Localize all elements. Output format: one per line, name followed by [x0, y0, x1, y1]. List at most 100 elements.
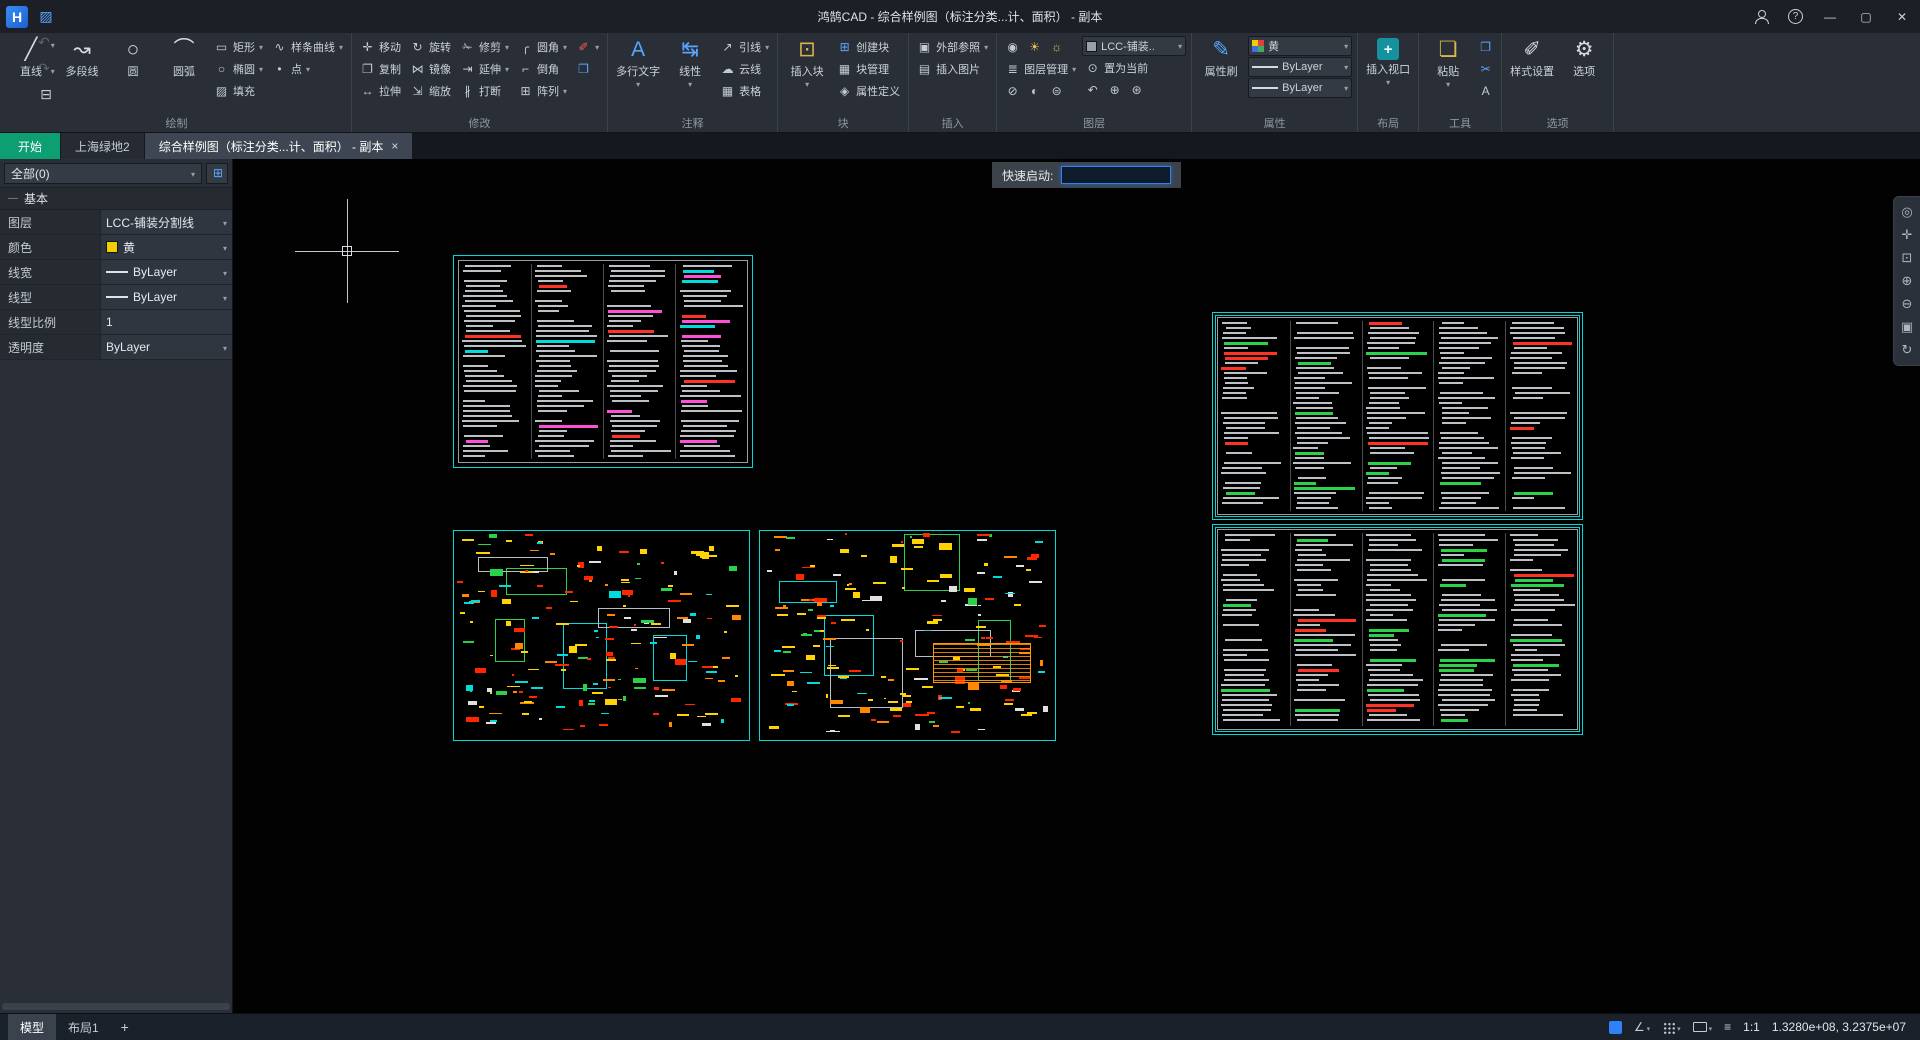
- array-tool[interactable]: ⊞阵列: [515, 80, 570, 101]
- clipboard-copy-icon[interactable]: ❐: [1475, 36, 1496, 57]
- close-button[interactable]: ✕: [1884, 0, 1920, 33]
- copy-tool[interactable]: ❐复制: [357, 58, 404, 79]
- panel-scrollbar[interactable]: [2, 1003, 230, 1010]
- orbit-icon[interactable]: ↻: [1897, 340, 1918, 360]
- layer-select[interactable]: LCC-铺装..: [1082, 36, 1186, 56]
- drawing-sheet-table-bottom-right[interactable]: [1212, 524, 1583, 735]
- color-select[interactable]: 黄: [1248, 36, 1352, 56]
- zoom-extents-icon[interactable]: ⊡: [1897, 248, 1918, 268]
- revcloud-tool[interactable]: ☁云线: [717, 58, 772, 79]
- linetype-select[interactable]: ByLayer: [1248, 78, 1352, 98]
- insert-viewport-tool[interactable]: +插入视口: [1363, 36, 1413, 86]
- redline-marker-icon[interactable]: ✐: [573, 36, 602, 57]
- point-tool[interactable]: •点: [269, 58, 346, 79]
- ellipse-tool[interactable]: ○椭圆: [211, 58, 266, 79]
- mtext-tool[interactable]: A多行文字: [613, 36, 663, 88]
- trim-tool[interactable]: ✁修剪: [457, 36, 512, 57]
- clipboard-cut-icon[interactable]: ✂: [1475, 58, 1496, 79]
- leader-tool[interactable]: ↗引线: [717, 36, 772, 57]
- selection-filter-dropdown[interactable]: 全部(0): [4, 163, 202, 184]
- property-value[interactable]: ByLayer: [100, 285, 232, 309]
- layer-new-icon[interactable]: ⊕: [1104, 79, 1125, 100]
- mirror-tool[interactable]: ⋈镜像: [407, 58, 454, 79]
- move-tool[interactable]: ✛移动: [357, 36, 404, 57]
- doc-tab-start[interactable]: 开始: [0, 133, 60, 159]
- grid-toggle-icon[interactable]: [1662, 1020, 1681, 1034]
- set-current-layer-tool[interactable]: ⊙置为当前: [1082, 57, 1186, 78]
- insert-image-tool[interactable]: ▤插入图片: [914, 58, 991, 79]
- undo-icon[interactable]: ↶: [34, 30, 59, 56]
- layer-match-icon[interactable]: ⊛: [1126, 79, 1147, 100]
- display-toggle-icon[interactable]: [1693, 1020, 1713, 1034]
- drawing-sheet-spec-table[interactable]: [453, 255, 753, 468]
- paste-tool[interactable]: ❏粘贴: [1424, 36, 1472, 88]
- doc-tab-active[interactable]: 综合样例图（标注分类...计、面积） - 副本×: [145, 133, 413, 159]
- user-icon[interactable]: [1754, 10, 1770, 24]
- property-value[interactable]: ByLayer: [100, 335, 232, 359]
- options-tool[interactable]: ⚙选项: [1560, 36, 1608, 79]
- save-as-icon[interactable]: ▨: [34, 4, 58, 30]
- minimize-button[interactable]: —: [1812, 0, 1848, 33]
- property-value[interactable]: 黄: [100, 235, 232, 259]
- snap-toggle-icon[interactable]: [1609, 1021, 1622, 1034]
- format-match-icon[interactable]: A: [1475, 80, 1496, 101]
- print-icon[interactable]: ⊟: [34, 82, 58, 108]
- layer-merge-icon[interactable]: ⊜: [1046, 80, 1067, 101]
- rectangle-tool[interactable]: ▭矩形: [211, 36, 266, 57]
- circle-tool[interactable]: ○圆: [109, 36, 157, 79]
- add-layout-button[interactable]: +: [113, 1018, 137, 1036]
- xref-tool[interactable]: ▣外部参照: [914, 36, 991, 57]
- extend-tool[interactable]: ⇥延伸: [457, 58, 512, 79]
- scale-tool[interactable]: ⇲缩放: [407, 80, 454, 101]
- clip-copy-icon[interactable]: ❐: [573, 58, 602, 79]
- section-basic[interactable]: 基本: [0, 187, 232, 210]
- angle-toggle-icon[interactable]: ∠: [1634, 1020, 1650, 1034]
- hatch-tool[interactable]: ▨填充: [211, 80, 266, 101]
- layer-off-icon[interactable]: ⊘: [1002, 80, 1023, 101]
- arc-tool[interactable]: ⌒圆弧: [160, 36, 208, 79]
- layout-tab-1[interactable]: 布局1: [56, 1014, 111, 1040]
- property-value[interactable]: LCC-铺装分割线: [100, 210, 232, 234]
- stretch-tool[interactable]: ↔拉伸: [357, 80, 404, 101]
- match-properties-tool[interactable]: ✎属性刷: [1197, 36, 1245, 79]
- statusbar-menu-icon[interactable]: ≡: [1724, 1020, 1731, 1034]
- help-icon[interactable]: ?: [1788, 9, 1803, 24]
- zoom-window-icon[interactable]: ▣: [1897, 317, 1918, 337]
- linear-dim-tool[interactable]: ↹线性: [666, 36, 714, 88]
- create-block-tool[interactable]: ⊞创建块: [834, 36, 903, 57]
- maximize-button[interactable]: ▢: [1848, 0, 1884, 33]
- fillet-tool[interactable]: ╭圆角: [515, 36, 570, 57]
- property-value[interactable]: 1: [100, 310, 232, 334]
- steering-wheel-icon[interactable]: ◎: [1897, 202, 1918, 222]
- tab-close-icon[interactable]: ×: [391, 139, 398, 153]
- layer-light-icon[interactable]: ☼: [1046, 36, 1067, 57]
- redo-icon[interactable]: ↷: [34, 56, 59, 82]
- zoom-in-icon[interactable]: ⊕: [1897, 271, 1918, 291]
- layout-tab-0[interactable]: 模型: [8, 1014, 56, 1040]
- quick-launch-input[interactable]: [1061, 166, 1171, 184]
- drawing-sheet-detail-left[interactable]: [453, 530, 750, 741]
- layer-isolate-icon[interactable]: ◐: [1024, 80, 1045, 101]
- zoom-ratio[interactable]: 1:1: [1743, 1020, 1760, 1034]
- drawing-canvas[interactable]: 快速启动: ◎✛⊡⊕⊖▣↻: [233, 159, 1920, 1013]
- zoom-out-icon[interactable]: ⊖: [1897, 294, 1918, 314]
- pan-icon[interactable]: ✛: [1897, 225, 1918, 245]
- polyline-tool[interactable]: ↝多段线: [58, 36, 106, 79]
- quick-select-icon[interactable]: ⊞: [206, 163, 228, 184]
- layer-previous-icon[interactable]: ↶: [1082, 79, 1103, 100]
- app-logo[interactable]: H: [6, 6, 28, 28]
- style-settings-tool[interactable]: ✐样式设置: [1507, 36, 1557, 79]
- drawing-sheet-detail-right[interactable]: [759, 530, 1056, 741]
- break-tool[interactable]: ∦打断: [457, 80, 512, 101]
- table-tool[interactable]: ▦表格: [717, 80, 772, 101]
- property-value[interactable]: ByLayer: [100, 260, 232, 284]
- drawing-sheet-table-top-right[interactable]: [1212, 312, 1583, 520]
- layer-thaw-icon[interactable]: ☀: [1024, 36, 1045, 57]
- rotate-tool[interactable]: ↻旋转: [407, 36, 454, 57]
- chamfer-tool[interactable]: ⌐倒角: [515, 58, 570, 79]
- layer-manager-tool[interactable]: ≣图层管理: [1002, 58, 1079, 79]
- attribute-define-tool[interactable]: ◈属性定义: [834, 80, 903, 101]
- lineweight-select[interactable]: ByLayer: [1248, 57, 1352, 77]
- block-manager-tool[interactable]: ▦块管理: [834, 58, 903, 79]
- layer-visibility-icon[interactable]: ◉: [1002, 36, 1023, 57]
